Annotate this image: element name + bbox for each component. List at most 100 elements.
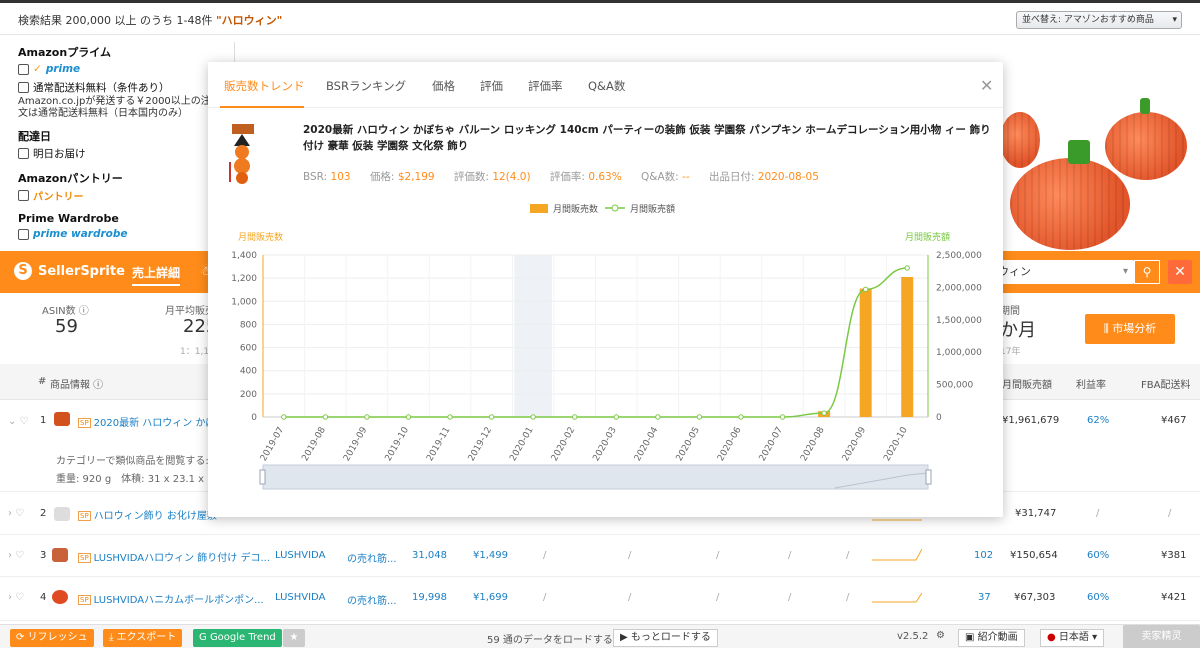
filter-sidebar: Amazonプライム ✓ prime 通常配送料無料（条件あり） Amazon.c…: [18, 42, 228, 243]
product-title[interactable]: SP LUSHVIDAハニカムボールポンポン...: [78, 591, 264, 606]
category[interactable]: の売れ筋...: [347, 550, 397, 565]
tab-qa[interactable]: Q&A数: [588, 78, 625, 94]
col-margin[interactable]: 利益率: [1076, 376, 1106, 391]
table-row[interactable]: › ♡ 3 SP LUSHVIDAハロウィン 飾り付け デコ... LUSHVID…: [0, 535, 1200, 577]
refresh-button[interactable]: ⟳ リフレッシュ: [10, 629, 94, 647]
trend-modal: 販売数トレンド BSRランキング 価格 評価 評価率 Q&A数 ✕ 2020最新…: [208, 62, 1003, 517]
free-shipping-filter[interactable]: 通常配送料無料（条件あり）: [18, 78, 228, 96]
video-icon: ▣: [965, 632, 978, 643]
category[interactable]: の売れ筋...: [347, 592, 397, 607]
brand[interactable]: LUSHVIDA: [275, 592, 325, 603]
sellersprite-icon: S: [14, 262, 32, 280]
expand-icon[interactable]: ⌄ ♡: [8, 416, 29, 427]
tomorrow-filter[interactable]: 明日お届け: [18, 144, 228, 162]
prime-logo: prime: [45, 63, 81, 75]
product-title[interactable]: SP 2020最新 ハロウィン かぼ: [78, 414, 215, 429]
search-result-bar: 検索結果 200,000 以上 のうち 1-48件 "ハロウィン" 並べ替え: …: [0, 3, 1200, 35]
expand-icon[interactable]: › ♡: [8, 550, 24, 561]
pantry-filter[interactable]: パントリー: [18, 186, 228, 204]
x-tick-label: 2019-08: [300, 425, 328, 463]
line-point: [613, 414, 619, 420]
bottom-toolbar: ⟳ リフレッシュ ⤓ エクスポート G Google Trend ★ 59 通の…: [0, 624, 1200, 648]
rank: 19,998: [412, 592, 447, 603]
y-axis-right-title: 月間販売額: [905, 231, 950, 243]
wardrobe-logo: prime wardrobe: [33, 228, 128, 240]
col-fba-fee[interactable]: FBA配送料: [1141, 376, 1190, 391]
highlight-column: [514, 255, 552, 417]
col-monthly-sales[interactable]: 月間販売額: [1002, 376, 1052, 391]
language-select[interactable]: ● 日本語 ▾: [1040, 629, 1105, 647]
product-thumbnail[interactable]: [54, 507, 70, 521]
line-point: [821, 410, 827, 416]
y-tick-right: 2,500,000: [936, 251, 982, 261]
export-button[interactable]: ⤓ エクスポート: [103, 629, 183, 647]
prime-filter[interactable]: ✓ prime: [18, 60, 228, 78]
keyword-select[interactable]: ウィン ▾: [990, 260, 1134, 284]
search-button[interactable]: ⚲: [1134, 260, 1160, 284]
monthly-sales: ¥1,961,679: [1002, 415, 1060, 426]
x-tick-label: 2020-06: [716, 425, 744, 463]
fba-fee: ¥381: [1161, 550, 1187, 561]
load-more-button[interactable]: ▶ もっとロードする: [613, 629, 718, 647]
tab-sales-trend[interactable]: 販売数トレンド: [224, 78, 305, 94]
col-number: #: [38, 376, 47, 387]
table-row[interactable]: › ♡ 4 SP LUSHVIDAハニカムボールポンポン... LUSHVIDA …: [0, 577, 1200, 621]
y-tick-left: 1,200: [231, 274, 257, 284]
bar: [859, 288, 872, 417]
line-point: [655, 414, 661, 420]
wardrobe-filter[interactable]: prime wardrobe: [18, 225, 228, 243]
checkbox[interactable]: [18, 147, 29, 159]
rating-value: 0.63%: [588, 171, 622, 183]
google-trend-button[interactable]: G Google Trend: [193, 629, 282, 647]
date-value: 2020-08-05: [757, 171, 819, 183]
brand[interactable]: LUSHVIDA: [275, 550, 325, 561]
market-analysis-button[interactable]: ⫼ 市場分析: [1085, 314, 1175, 344]
flag-icon: ●: [1047, 632, 1059, 643]
settings-icon[interactable]: ⚙: [936, 630, 945, 641]
line-point: [779, 414, 786, 420]
expand-icon[interactable]: › ♡: [8, 508, 24, 519]
intro-video-button[interactable]: ▣ 紹介動画: [958, 629, 1025, 647]
col-product[interactable]: 商品情報 ⓘ: [50, 376, 103, 391]
product-title[interactable]: SP ハロウィン飾り お化け屋敷: [78, 507, 217, 522]
tab-sales-detail[interactable]: 売上詳細: [132, 264, 181, 286]
free-shipping-label: 通常配送料無料（条件あり）: [33, 81, 170, 94]
sales-trend-chart[interactable]: 月間販売数 月間販売額月間販売数 月間販売額02004006008001,0001,…: [208, 192, 1003, 512]
expand-icon[interactable]: › ♡: [8, 592, 24, 603]
product-thumbnail[interactable]: [52, 548, 68, 562]
checkbox[interactable]: [18, 81, 29, 93]
favorite-button[interactable]: ★: [283, 629, 305, 647]
product-title[interactable]: SP LUSHVIDAハロウィン 飾り付け デコ...: [78, 549, 270, 564]
x-tick-label: 2020-01: [508, 426, 535, 464]
similar-category-text: カテゴリーで類似商品を閲覧する:: [56, 456, 209, 467]
line-point: [364, 414, 370, 420]
checkbox[interactable]: [18, 189, 29, 201]
tab-rating[interactable]: 評価: [480, 78, 503, 94]
product-thumbnail[interactable]: [52, 590, 68, 604]
version-label: v2.5.2: [897, 631, 929, 642]
sort-select[interactable]: 並べ替え: アマゾンおすすめ商品 ▾: [1016, 11, 1182, 29]
product-thumbnail[interactable]: [54, 412, 70, 426]
close-icon[interactable]: ✕: [980, 76, 993, 95]
google-icon: G: [199, 632, 210, 643]
checkbox[interactable]: [18, 63, 29, 75]
checkbox[interactable]: [18, 228, 29, 240]
tab-price[interactable]: 価格: [432, 78, 455, 94]
x-tick-label: 2020-09: [841, 425, 869, 463]
chart-icon: ⫼: [1103, 322, 1113, 335]
x-tick-label: 2020-08: [799, 425, 827, 463]
pantry-logo: パントリー: [33, 191, 84, 203]
tab-bsr-ranking[interactable]: BSRランキング: [326, 78, 406, 94]
margin: 62%: [1087, 415, 1110, 426]
line-point: [281, 414, 287, 420]
empty-cell: /: [716, 550, 720, 561]
panel-close-button[interactable]: ✕: [1168, 260, 1192, 284]
seller-button[interactable]: 卖家精灵: [1123, 625, 1200, 648]
amazon-ship-text: Amazon.co.jpが発送する￥2000以上の注: [18, 96, 211, 107]
sales-sparkline: [872, 548, 922, 561]
tab-rating-rate[interactable]: 評価率: [528, 78, 563, 94]
legend-line-marker: [611, 204, 619, 212]
x-tick-label: 2020-07: [758, 426, 785, 464]
line-point: [488, 414, 495, 420]
star-icon: ★: [289, 632, 299, 643]
